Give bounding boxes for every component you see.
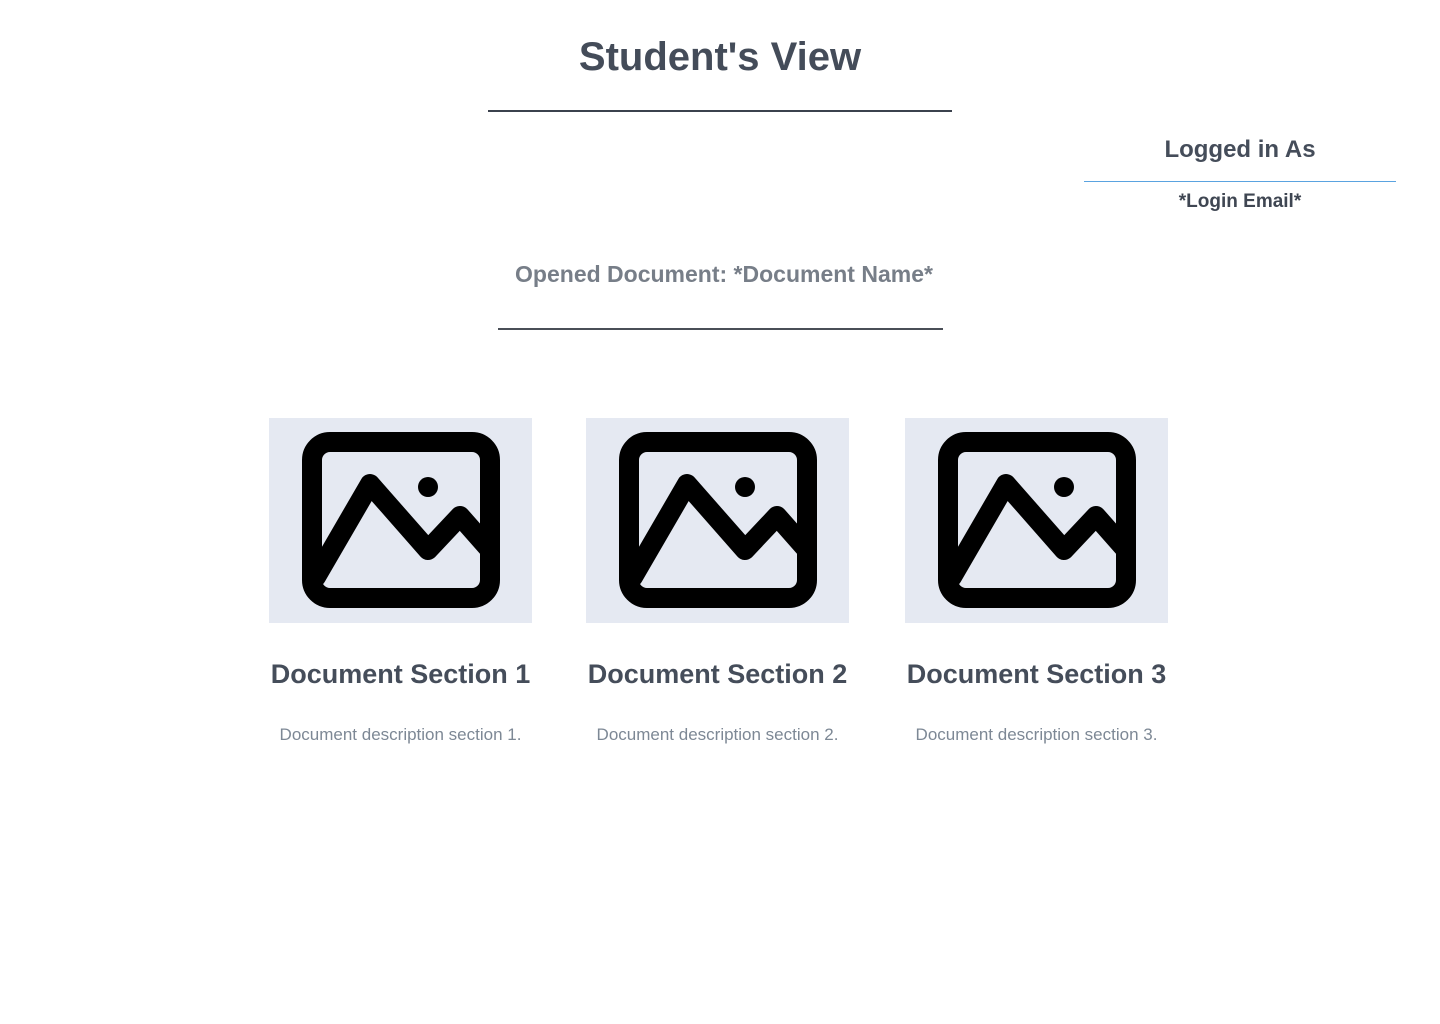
document-divider — [498, 328, 943, 330]
login-divider — [1084, 181, 1396, 182]
login-email: *Login Email* — [1178, 191, 1302, 212]
image-icon — [301, 431, 500, 608]
image-icon — [937, 431, 1136, 608]
title-divider — [488, 110, 952, 112]
login-panel: Logged in As *Login Email* — [1084, 134, 1396, 214]
section-image-placeholder[interactable] — [269, 418, 532, 623]
section-description: Document description section 3. — [915, 725, 1158, 744]
section-title: Document Section 1 — [270, 659, 531, 689]
section-title: Document Section 2 — [587, 659, 848, 689]
section-image-placeholder[interactable] — [586, 418, 849, 623]
document-section-card-3[interactable]: Document Section 3 Document description … — [905, 418, 1168, 746]
page-title: Student's View — [578, 35, 862, 79]
section-description: Document description section 2. — [596, 725, 839, 744]
section-image-placeholder[interactable] — [905, 418, 1168, 623]
section-description: Document description section 1. — [279, 725, 522, 744]
image-icon — [618, 431, 817, 608]
opened-document-heading: Opened Document: *Document Name* — [515, 261, 933, 287]
document-section-card-2[interactable]: Document Section 2 Document description … — [586, 418, 849, 746]
section-title: Document Section 3 — [906, 659, 1167, 689]
document-section-card-1[interactable]: Document Section 1 Document description … — [269, 418, 532, 746]
login-heading: Logged in As — [1164, 136, 1316, 163]
